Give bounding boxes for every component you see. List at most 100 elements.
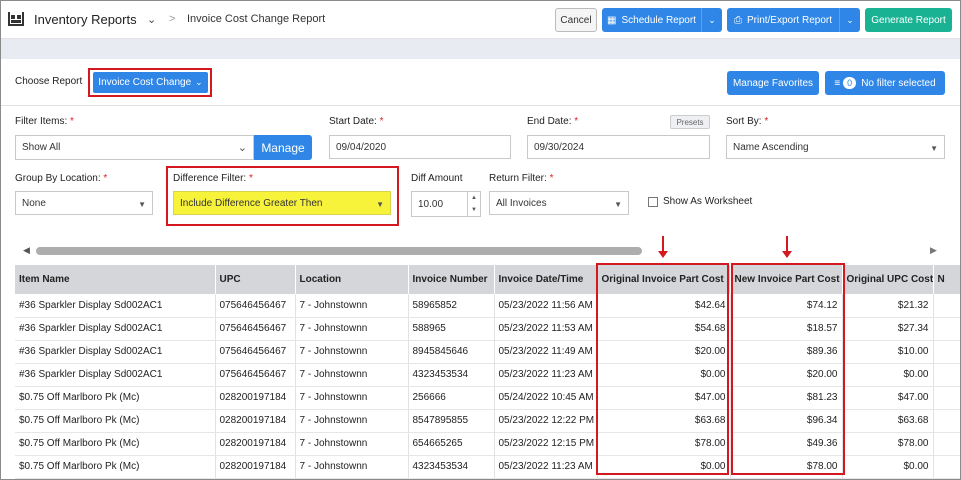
diff-amount-input[interactable]: 10.00 ▲ ▼ [411,191,481,217]
caret-down-icon: ▼ [930,144,938,153]
presets-button[interactable]: Presets [670,115,710,129]
return-filter-select[interactable]: All Invoices ▼ [489,191,629,215]
table-cell: 05/23/2022 11:23 AM [494,363,598,387]
table-cell: 588965 [408,317,495,341]
table-cell: $0.00 [842,455,934,479]
schedule-dropdown-button[interactable]: ⌄ [701,8,722,32]
scroll-right-icon[interactable]: ▶ [930,245,937,256]
horizontal-scrollbar-thumb[interactable] [36,247,642,255]
return-filter-label-text: Return Filter: [489,173,547,184]
table-cell: 8547895855 [408,409,495,433]
table-cell: $0.75 Off Marlboro Pk (Mc) [15,432,216,456]
arrow-down-icon [782,251,792,258]
table-cell: $21.32 [842,294,934,318]
report-select-button[interactable]: Invoice Cost Change ⌄ [93,72,208,93]
column-header[interactable]: Invoice Number [408,265,495,294]
diff-amount-label: Diff Amount [411,173,463,184]
end-date-input[interactable]: 09/30/2024 [527,135,710,159]
end-date-label: End Date: * [527,116,578,127]
chevron-down-icon: ⌄ [708,14,716,25]
table-cell: $0.75 Off Marlboro Pk (Mc) [15,455,216,479]
required-mark: * [103,173,108,184]
table-cell: 075646456467 [215,363,296,387]
sort-by-label-text: Sort By: [726,116,762,127]
table-cell: 05/23/2022 11:56 AM [494,294,598,318]
table-cell: 7 - Johnstownn [295,317,409,341]
table-cell: 7 - Johnstownn [295,294,409,318]
table-cell: 4323453534 [408,363,495,387]
table-cell: #36 Sparkler Display Sd002AC1 [15,340,216,364]
table-cell: 8945845646 [408,340,495,364]
arrow-down-icon [658,251,668,258]
table-cell [933,409,960,433]
difference-filter-select[interactable]: Include Difference Greater Then ▼ [173,191,391,215]
filter-items-label-text: Filter Items: [15,116,68,127]
table-cell: $0.00 [842,363,934,387]
show-as-worksheet-checkbox[interactable] [648,197,658,207]
highlight-box [731,263,845,475]
sort-by-select[interactable]: Name Ascending ▼ [726,135,945,159]
column-header[interactable]: Original UPC Cost [842,265,934,294]
column-header[interactable]: UPC [215,265,296,294]
return-filter-value: All Invoices [496,197,547,209]
manage-favorites-button[interactable]: Manage Favorites [727,71,819,95]
print-export-button[interactable]: ⎙ Print/Export Report [727,8,839,32]
table-cell: 028200197184 [215,409,296,433]
calendar-icon: ▦ [607,14,617,26]
app-window: Inventory Reports ⌄ > Invoice Cost Chang… [0,0,961,480]
spin-up-icon[interactable]: ▲ [471,195,477,201]
report-select-label: Invoice Cost Change [98,77,192,88]
number-spinner[interactable]: ▲ ▼ [467,192,480,216]
filter-items-select[interactable]: Show All ⌄ [15,135,254,160]
column-header[interactable]: Item Name [15,265,216,294]
schedule-report-button[interactable]: ▦ Schedule Report [602,8,701,32]
app-title[interactable]: Inventory Reports [34,12,137,27]
end-date-label-text: End Date: [527,116,572,127]
table-cell: 654665265 [408,432,495,456]
manage-button[interactable]: Manage [254,135,312,160]
start-date-label-text: Start Date: [329,116,377,127]
group-by-select[interactable]: None ▼ [15,191,153,215]
table-cell: 028200197184 [215,386,296,410]
start-date-input[interactable]: 09/04/2020 [329,135,511,159]
table-cell: $27.34 [842,317,934,341]
table-cell: 256666 [408,386,495,410]
highlight-box [596,263,729,475]
table-cell: 028200197184 [215,432,296,456]
table-cell: 7 - Johnstownn [295,340,409,364]
filter-items-label: Filter Items: * [15,116,74,127]
inventory-icon [8,12,24,26]
column-header[interactable]: Location [295,265,409,294]
header-shade [1,39,960,59]
table-cell: 075646456467 [215,317,296,341]
caret-down-icon: ▼ [138,200,146,209]
choose-report-label: Choose Report [15,76,83,87]
table-cell: 7 - Johnstownn [295,363,409,387]
table-cell: #36 Sparkler Display Sd002AC1 [15,294,216,318]
cancel-button[interactable]: Cancel [555,8,597,32]
difference-filter-value: Include Difference Greater Then [180,197,323,209]
table-cell: 7 - Johnstownn [295,386,409,410]
spin-down-icon[interactable]: ▼ [471,207,477,213]
table-cell: #36 Sparkler Display Sd002AC1 [15,317,216,341]
generate-report-button[interactable]: Generate Report [865,8,952,32]
column-header[interactable]: Invoice Date/Time [494,265,598,294]
table-cell: $47.00 [842,386,934,410]
table-cell: 4323453534 [408,455,495,479]
sort-by-label: Sort By: * [726,116,768,127]
return-filter-label: Return Filter: * [489,173,553,184]
print-dropdown-button[interactable]: ⌄ [839,8,860,32]
difference-filter-label: Difference Filter: * [173,173,253,184]
chevron-down-icon: ⌄ [846,14,854,25]
scroll-left-icon[interactable]: ◀ [23,245,30,256]
chevron-down-icon[interactable]: ⌄ [147,13,156,26]
group-by-value: None [22,197,46,209]
filter-status-label: No filter selected [861,77,936,89]
filter-status-button[interactable]: ≡ 0 No filter selected [825,71,945,95]
divider [1,105,960,106]
table-cell [933,340,960,364]
required-mark: * [248,173,253,184]
column-header[interactable]: N [933,265,960,294]
required-mark: * [574,116,579,127]
table-cell: $0.75 Off Marlboro Pk (Mc) [15,386,216,410]
